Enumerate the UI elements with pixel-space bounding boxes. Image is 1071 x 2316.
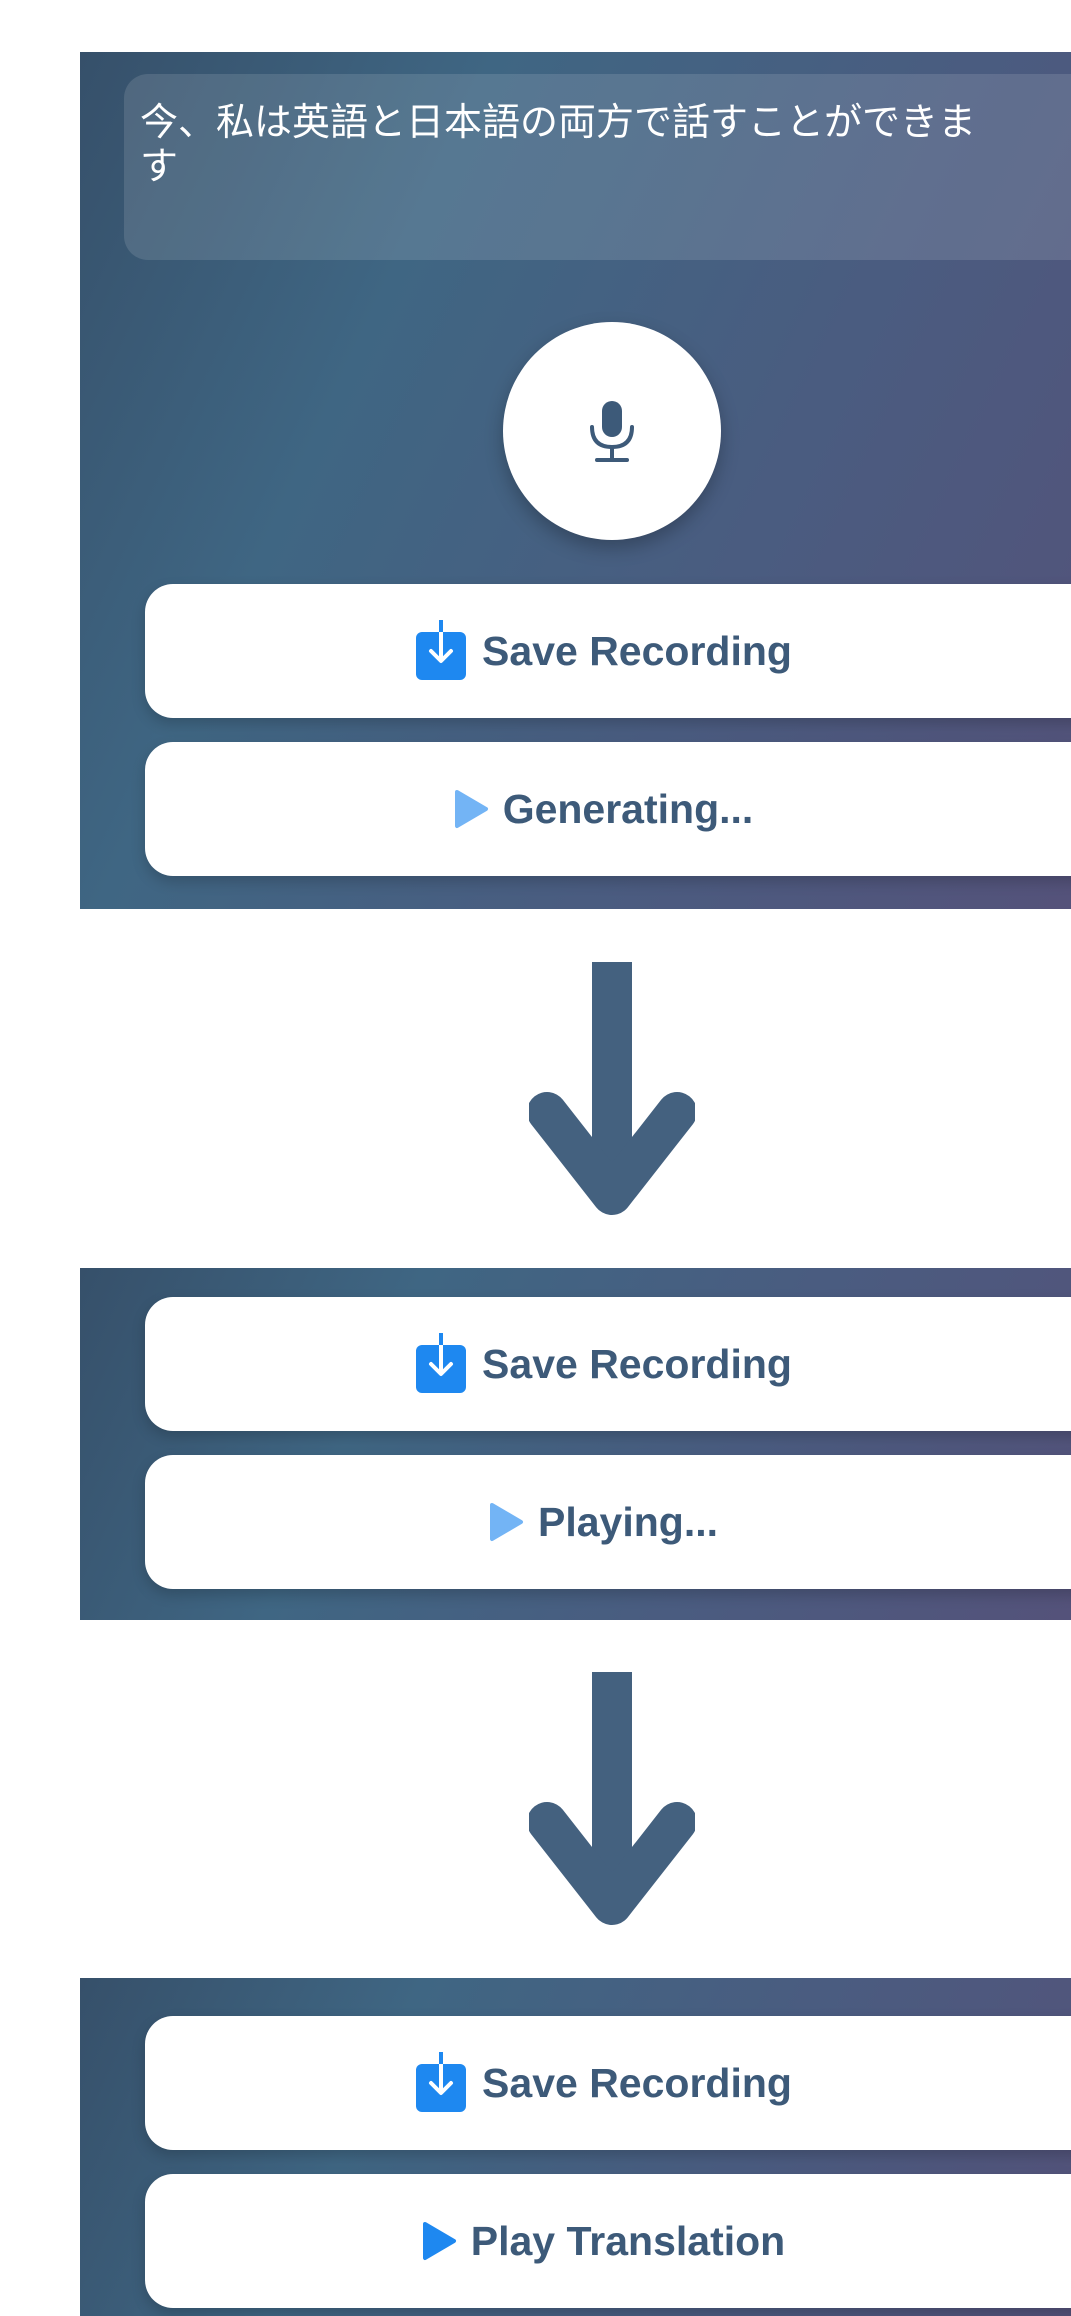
play-icon	[488, 1502, 524, 1542]
transcript-line-1: 今、私は英語と日本語の両方で話すことができま	[140, 100, 977, 144]
save-recording-button[interactable]: Save Recording	[145, 2016, 1071, 2150]
microphone-icon	[590, 401, 634, 462]
ready-state-panel: Save Recording Play Translation	[80, 1978, 1071, 2316]
transcript-line-2: す	[140, 144, 179, 188]
generating-label: Generating...	[502, 785, 754, 832]
play-icon	[421, 2221, 457, 2261]
play-icon	[453, 789, 489, 829]
save-download-icon	[414, 620, 468, 682]
save-recording-button[interactable]: Save Recording	[145, 1297, 1071, 1431]
microphone-button[interactable]	[503, 322, 721, 540]
arrow-down-icon	[529, 1672, 695, 1925]
play-translation-label: Play Translation	[470, 2217, 786, 2264]
save-recording-label: Save Recording	[482, 627, 792, 674]
playing-button[interactable]: Playing...	[145, 1455, 1071, 1589]
arrow-down-icon	[529, 962, 695, 1215]
save-recording-label: Save Recording	[482, 2059, 792, 2106]
transcript-box: 今、私は英語と日本語の両方で話すことができま す	[124, 74, 1071, 260]
playing-label: Playing...	[538, 1498, 718, 1545]
generating-state-panel: 今、私は英語と日本語の両方で話すことができま す Save Recording	[80, 52, 1071, 909]
play-translation-button[interactable]: Play Translation	[145, 2174, 1071, 2308]
save-recording-label: Save Recording	[482, 1340, 792, 1387]
playing-state-panel: Save Recording Playing...	[80, 1268, 1071, 1620]
generating-button[interactable]: Generating...	[145, 742, 1071, 876]
save-recording-button[interactable]: Save Recording	[145, 584, 1071, 718]
save-download-icon	[414, 2052, 468, 2114]
save-download-icon	[414, 1333, 468, 1395]
